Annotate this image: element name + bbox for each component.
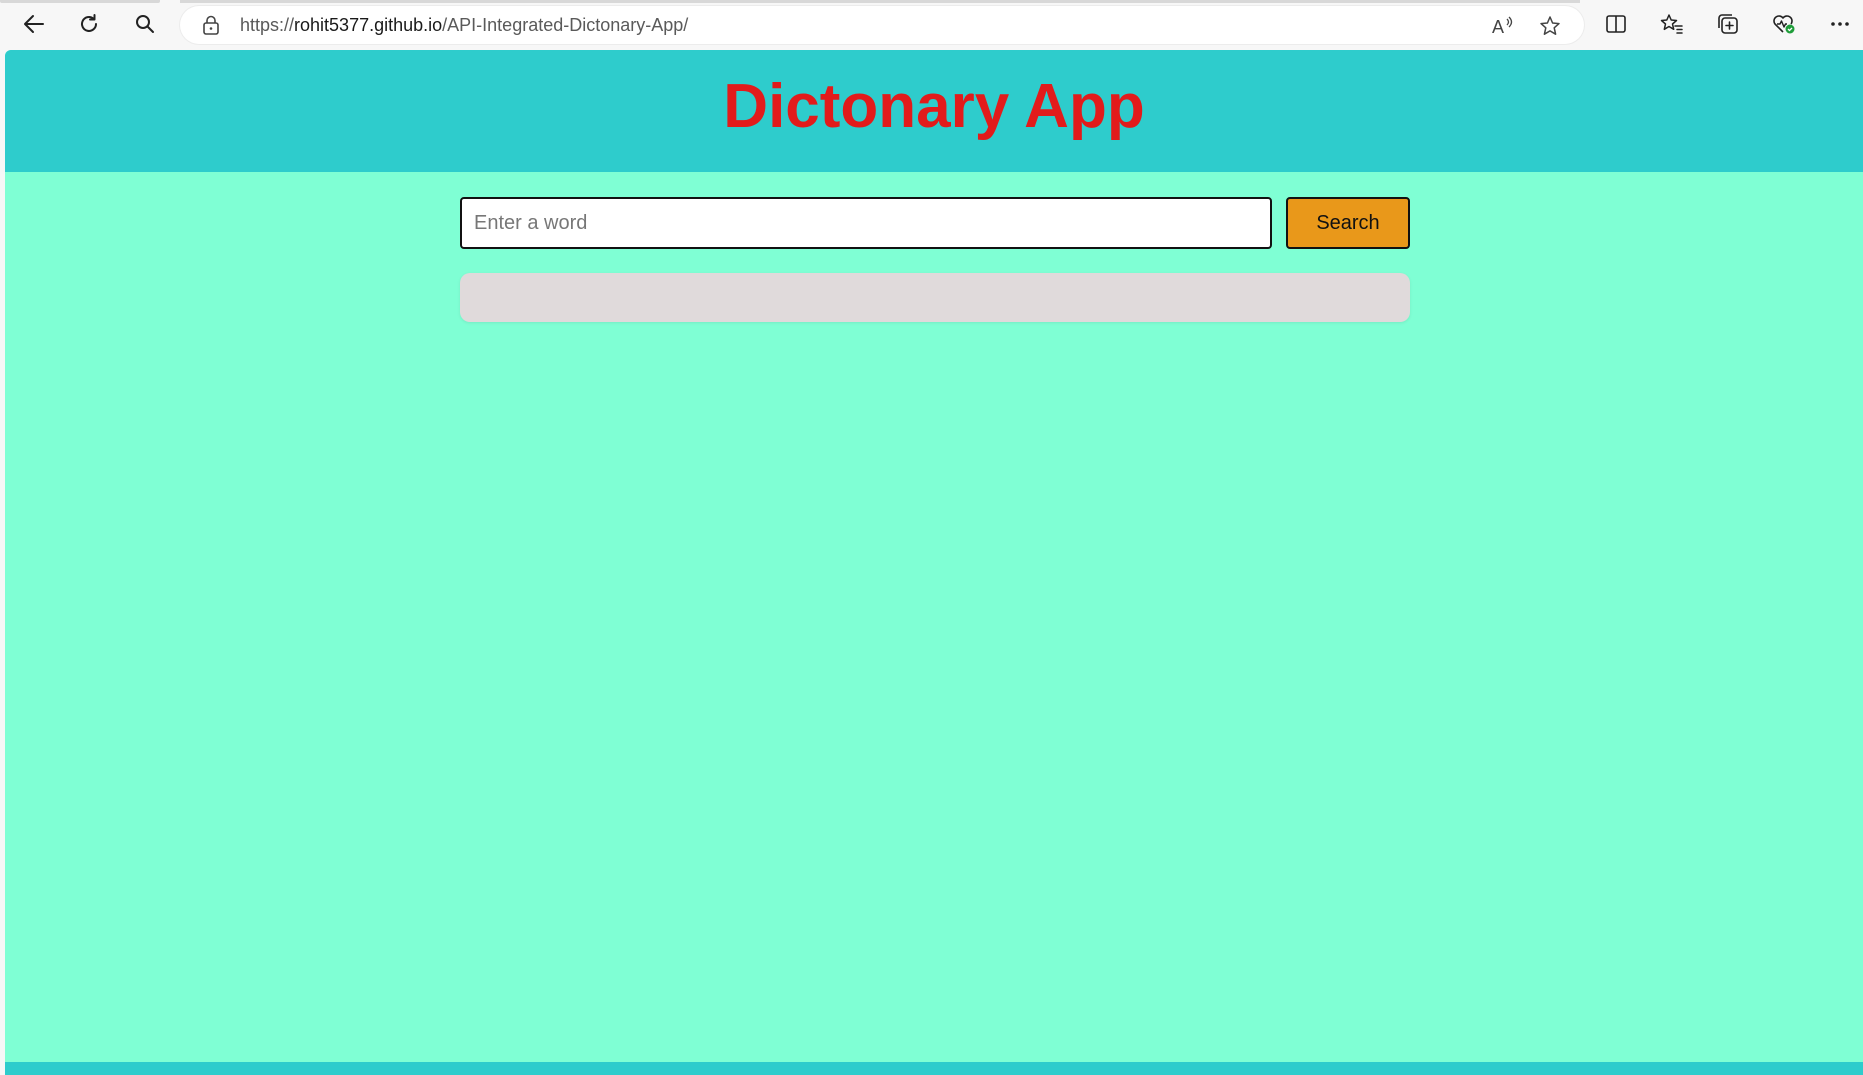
lock-icon[interactable] — [202, 15, 220, 40]
url-scheme: https:// — [240, 15, 295, 35]
refresh-icon[interactable] — [71, 6, 107, 42]
result-container — [460, 273, 1410, 322]
favorites-icon[interactable] — [1654, 6, 1690, 42]
back-arrow-icon[interactable] — [16, 6, 52, 42]
app-footer — [5, 1062, 1863, 1075]
address-bar[interactable]: https://rohit5377.github.io/API-Integrat… — [180, 6, 1584, 44]
url-path: /API-Integrated-Dictonary-App/ — [442, 15, 689, 35]
tab-strip-edge — [0, 0, 1863, 4]
svg-text:A: A — [1492, 17, 1504, 37]
page-title: Dictonary App — [723, 72, 1145, 141]
url-text[interactable]: https://rohit5377.github.io/API-Integrat… — [240, 15, 688, 36]
app-header: Dictonary App — [5, 50, 1863, 172]
search-input[interactable] — [460, 197, 1272, 249]
url-host: rohit5377.github.io — [294, 15, 443, 35]
split-screen-icon[interactable] — [1598, 6, 1634, 42]
browser-toolbar: https://rohit5377.github.io/API-Integrat… — [0, 0, 1863, 50]
read-aloud-icon[interactable]: A — [1490, 13, 1516, 39]
search-icon[interactable] — [127, 6, 163, 42]
favorite-star-icon[interactable] — [1537, 13, 1563, 39]
browser-essentials-icon[interactable] — [1766, 6, 1802, 42]
collections-icon[interactable] — [1710, 6, 1746, 42]
more-options-icon[interactable] — [1822, 6, 1858, 42]
search-form: Search — [460, 197, 1410, 249]
page-viewport: Dictonary App Search — [5, 50, 1863, 1075]
search-button[interactable]: Search — [1286, 197, 1410, 249]
